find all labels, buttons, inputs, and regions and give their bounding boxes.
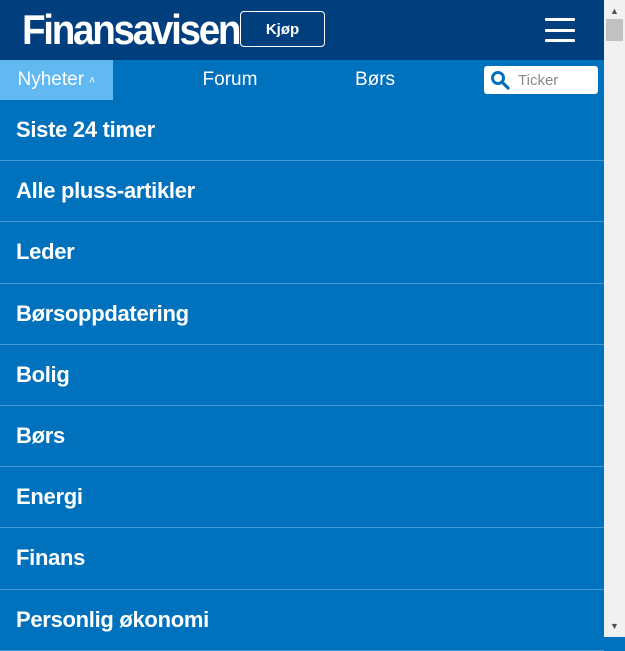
scrollbar-thumb[interactable] bbox=[606, 19, 623, 41]
hamburger-menu-icon[interactable] bbox=[542, 14, 578, 46]
menu-item-finans[interactable]: Finans bbox=[0, 528, 604, 590]
tab-forum[interactable]: Forum bbox=[185, 60, 275, 100]
ticker-search[interactable] bbox=[484, 66, 602, 94]
site-header: Finansavisen Kjøp bbox=[0, 0, 604, 60]
menu-item-personlig-okonomi[interactable]: Personlig økonomi bbox=[0, 590, 604, 651]
search-icon[interactable] bbox=[490, 70, 510, 90]
tab-nyheter[interactable]: Nyheter ˄ bbox=[0, 60, 113, 100]
menu-item-bolig[interactable]: Bolig bbox=[0, 345, 604, 406]
menu-item-siste-24-timer[interactable]: Siste 24 timer bbox=[0, 100, 604, 162]
menu-item-bors[interactable]: Børs bbox=[0, 406, 604, 468]
finansavisen-logo[interactable]: Finansavisen bbox=[22, 4, 242, 56]
menu-bar bbox=[545, 18, 575, 21]
tab-nyheter-label: Nyheter bbox=[17, 69, 85, 90]
tab-bors[interactable]: Børs bbox=[340, 60, 410, 100]
ticker-search-input[interactable] bbox=[514, 69, 602, 91]
menu-item-energi[interactable]: Energi bbox=[0, 467, 604, 529]
scroll-up-arrow-icon[interactable]: ▲ bbox=[604, 2, 625, 19]
menu-item-alle-pluss-artikler[interactable]: Alle pluss-artikler bbox=[0, 161, 604, 223]
menu-bar bbox=[545, 39, 575, 42]
chevron-up-icon: ˄ bbox=[89, 75, 96, 87]
news-menu-list: Siste 24 timer Alle pluss-artikler Leder… bbox=[0, 100, 604, 651]
vertical-scrollbar[interactable]: ▲ ▼ bbox=[604, 0, 625, 637]
menu-bar bbox=[545, 28, 575, 32]
buy-button[interactable]: Kjøp bbox=[240, 11, 325, 47]
scroll-down-arrow-icon[interactable]: ▼ bbox=[604, 617, 625, 634]
main-nav: Nyheter ˄ Forum Børs bbox=[0, 60, 604, 100]
menu-item-leder[interactable]: Leder bbox=[0, 222, 604, 284]
menu-item-borsoppdatering[interactable]: Børsoppdatering bbox=[0, 284, 604, 345]
